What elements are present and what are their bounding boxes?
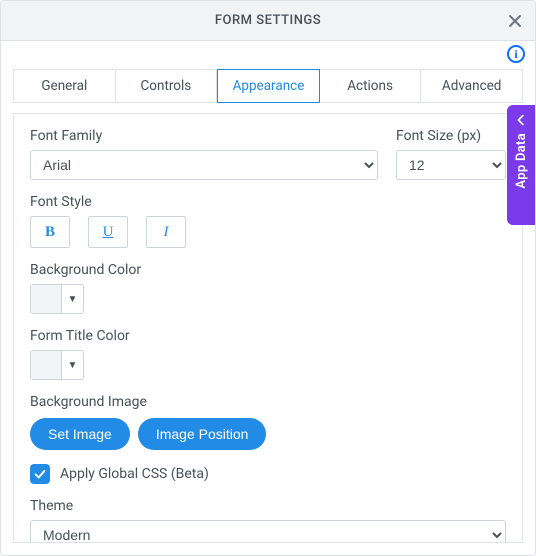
tab-actions[interactable]: Actions	[320, 69, 422, 103]
italic-button[interactable]: I	[146, 216, 186, 248]
font-size-label: Font Size (px)	[396, 128, 506, 144]
bg-color-picker[interactable]: ▼	[30, 284, 84, 314]
dialog-header: FORM SETTINGS	[1, 1, 535, 41]
bg-color-dropdown[interactable]: ▼	[61, 285, 83, 313]
tab-appearance[interactable]: Appearance	[217, 69, 320, 103]
title-color-swatch	[31, 351, 61, 379]
title-color-label: Form Title Color	[30, 328, 506, 344]
content-panel: Font Family Arial Font Size (px) 12 Font…	[13, 113, 523, 543]
bg-color-section: Background Color ▼	[30, 262, 506, 314]
global-css-row: Apply Global CSS (Beta)	[30, 464, 506, 484]
theme-label: Theme	[30, 498, 506, 514]
font-size-field: Font Size (px) 12	[396, 128, 506, 180]
dialog-title: FORM SETTINGS	[215, 13, 321, 28]
underline-button[interactable]: U	[88, 216, 128, 248]
bold-button[interactable]: B	[30, 216, 70, 248]
title-color-dropdown[interactable]: ▼	[61, 351, 83, 379]
title-color-section: Form Title Color ▼	[30, 328, 506, 380]
font-family-select[interactable]: Arial	[30, 150, 378, 180]
title-color-picker[interactable]: ▼	[30, 350, 84, 380]
theme-select[interactable]: Modern	[30, 520, 506, 543]
tab-general[interactable]: General	[13, 69, 116, 103]
font-size-select[interactable]: 12	[396, 150, 506, 180]
set-image-button[interactable]: Set Image	[30, 418, 130, 450]
form-settings-dialog: FORM SETTINGS i General Controls Appeara…	[0, 0, 536, 556]
bg-color-swatch	[31, 285, 61, 313]
bg-image-section: Background Image Set Image Image Positio…	[30, 394, 506, 450]
theme-field: Theme Modern	[30, 498, 506, 543]
info-row: i	[1, 41, 535, 63]
close-button[interactable]	[503, 9, 527, 33]
chevron-left-icon	[514, 113, 528, 127]
tab-controls[interactable]: Controls	[116, 69, 218, 103]
app-data-side-tab[interactable]: App Data	[507, 105, 535, 225]
info-icon[interactable]: i	[507, 45, 525, 63]
tab-advanced[interactable]: Advanced	[421, 69, 523, 103]
font-style-label: Font Style	[30, 194, 506, 210]
font-family-label: Font Family	[30, 128, 378, 144]
tab-bar: General Controls Appearance Actions Adva…	[1, 63, 535, 103]
global-css-label: Apply Global CSS (Beta)	[60, 466, 209, 482]
bg-image-label: Background Image	[30, 394, 506, 410]
image-position-button[interactable]: Image Position	[138, 418, 267, 450]
font-style-section: Font Style B U I	[30, 194, 506, 248]
global-css-checkbox[interactable]	[30, 464, 50, 484]
bg-color-label: Background Color	[30, 262, 506, 278]
check-icon	[33, 467, 47, 481]
close-icon	[507, 13, 523, 29]
side-tab-label: App Data	[514, 133, 529, 189]
font-family-field: Font Family Arial	[30, 128, 378, 180]
